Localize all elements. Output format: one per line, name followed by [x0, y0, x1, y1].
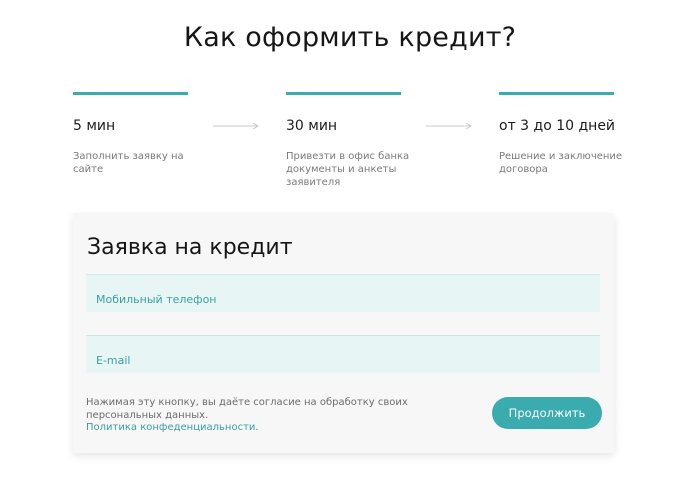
loan-application-form: Заявка на кредит Мобильный телефон E-mai… — [73, 213, 614, 453]
email-input[interactable] — [86, 336, 604, 375]
step-progress-bar — [499, 92, 614, 95]
step-description: Привезти в офис банка документы и анкеты… — [286, 151, 410, 188]
step-description: Решение и заключение договора — [499, 151, 623, 175]
arrow-right-icon — [213, 122, 259, 130]
step-description: Заполнить заявку на сайте — [73, 151, 184, 175]
phone-field[interactable]: Мобильный телефон — [86, 274, 604, 314]
privacy-policy-link[interactable]: Политика конфеденциальности — [86, 422, 255, 433]
arrow-right-icon — [426, 122, 472, 130]
email-field[interactable]: E-mail — [86, 335, 604, 375]
page: Как оформить кредит? 5 мин Заполнить зая… — [0, 0, 700, 493]
consent-text: Нажимая эту кнопку, вы даёте согласие на… — [86, 397, 408, 421]
consent-notice: Нажимая эту кнопку, вы даёте согласие на… — [86, 397, 466, 435]
continue-button[interactable]: Продолжить — [492, 397, 602, 429]
steps-row: 5 мин Заполнить заявку на сайте 30 мин П… — [73, 92, 622, 202]
step-progress-bar — [286, 92, 401, 95]
step-time: 30 мин — [286, 118, 338, 134]
step-time: от 3 до 10 дней — [499, 118, 616, 134]
step-1: 5 мин Заполнить заявку на сайте — [73, 92, 203, 176]
step-2: 30 мин Привезти в офис банка документы и… — [286, 92, 416, 189]
step-3: от 3 до 10 дней Решение и заключение дог… — [499, 92, 629, 176]
step-time: 5 мин — [73, 118, 116, 134]
step-progress-bar — [73, 92, 188, 95]
form-title: Заявка на кредит — [87, 235, 293, 260]
page-title: Как оформить кредит? — [183, 22, 517, 53]
privacy-suffix: . — [255, 422, 259, 433]
phone-input[interactable] — [86, 275, 604, 314]
